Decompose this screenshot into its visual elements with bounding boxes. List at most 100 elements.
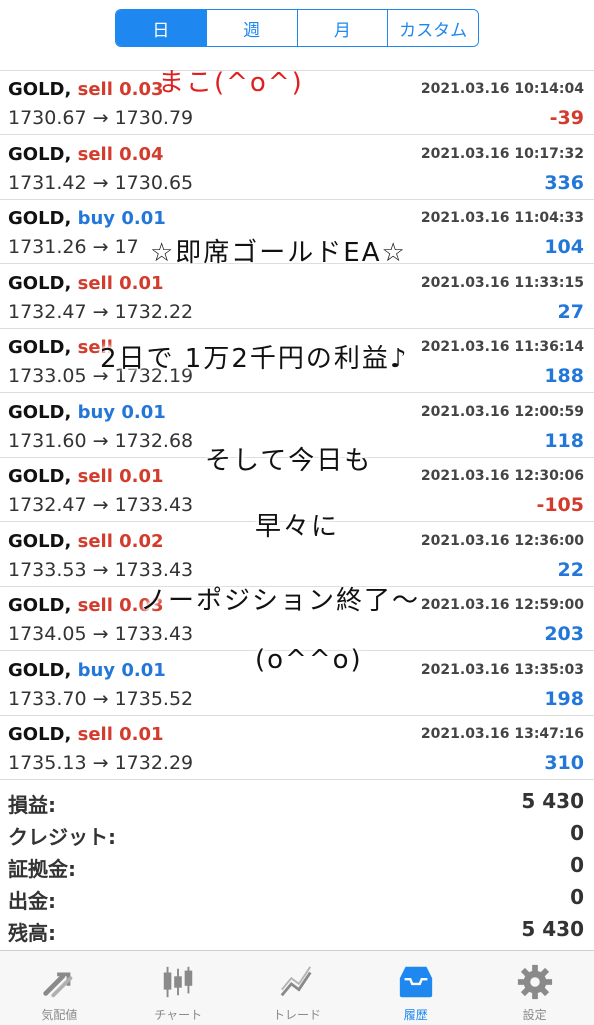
tab-label: 設定 <box>522 1008 547 1022</box>
trade-row[interactable]: GOLD, sell 0.01 2021.03.16 11:33:15 1732.4… <box>0 265 594 329</box>
trade-row[interactable]: GOLD, sell 0.04 2021.03.16 10:17:32 1731.4… <box>0 136 594 200</box>
trade-symbol: GOLD, sell 0.02 <box>8 531 164 552</box>
overlay-line-profit: 2日で 1万2千円の利益♪ <box>100 344 409 374</box>
symbol-name: GOLD, <box>8 208 72 229</box>
trade-profit: 27 <box>557 300 584 323</box>
trade-profit: 203 <box>544 623 584 645</box>
symbol-name: GOLD, <box>8 337 72 358</box>
symbol-name: GOLD, <box>8 659 72 681</box>
trade-profit: 22 <box>557 558 584 581</box>
summary-label: クレジット: <box>8 825 116 849</box>
summary-value: 5 430 <box>521 917 584 941</box>
summary-row-withdrawal: 出金: 0 <box>0 881 594 913</box>
trade-prices: 1730.67 → 1730.79 <box>8 107 194 129</box>
symbol-name: GOLD, <box>8 272 72 294</box>
summary-row-balance: 残高: 5 430 <box>0 913 594 945</box>
signature-overlay: まこ(^o^) <box>158 68 304 98</box>
trade-lots: 0.02 <box>119 530 164 552</box>
trade-icon <box>280 966 312 997</box>
symbol-name: GOLD, <box>8 143 72 165</box>
trade-row[interactable]: GOLD, sell 0.01 2021.03.16 13:47:16 1735.1… <box>0 716 594 780</box>
trade-lots: 0.01 <box>121 208 166 229</box>
summary-label: 残高: <box>8 921 56 945</box>
trade-direction: buy <box>77 659 116 681</box>
period-selector-bar: 日 週 月 カスタム <box>0 0 594 56</box>
trade-direction: sell <box>77 143 113 165</box>
summary-value: 0 <box>570 885 584 909</box>
trade-lots: 0.01 <box>121 659 166 681</box>
tab-chart[interactable]: チャート <box>119 951 238 1025</box>
summary-value: 5 430 <box>521 789 584 813</box>
trade-direction: sell <box>77 724 113 745</box>
summary-value: 0 <box>570 821 584 845</box>
tab-label: 履歴 <box>403 1008 428 1022</box>
trade-prices: 1732.47 → 1733.43 <box>8 494 194 516</box>
trade-direction: sell <box>77 595 113 616</box>
trade-direction: buy <box>77 401 116 423</box>
trade-direction: sell <box>77 272 113 294</box>
symbol-name: GOLD, <box>8 401 72 423</box>
trade-time: 2021.03.16 13:47:16 <box>420 726 584 742</box>
tab-custom[interactable]: カスタム <box>387 10 478 46</box>
trade-profit: 188 <box>544 365 584 387</box>
trade-prices: 1735.13 → 1732.29 <box>8 752 194 774</box>
quotes-icon <box>43 972 73 998</box>
summary-row-credit: クレジット: 0 <box>0 817 594 849</box>
trade-profit: -39 <box>549 107 584 129</box>
overlay-line-early: 早々に <box>255 512 340 542</box>
overlay-line-title: ☆即席ゴールドEA☆ <box>150 238 407 268</box>
tab-label: 気配値 <box>41 1008 78 1022</box>
trade-lots: 0.04 <box>119 143 164 165</box>
trade-time: 2021.03.16 11:33:15 <box>420 274 584 291</box>
chart-icon <box>163 966 193 998</box>
summary-value: 0 <box>570 853 584 877</box>
symbol-name: GOLD, <box>8 724 72 745</box>
trade-prices: 1731.60 → 1732.68 <box>8 429 194 452</box>
trade-time: 2021.03.16 12:00:59 <box>420 403 584 420</box>
trade-direction: buy <box>77 208 116 229</box>
bottom-tab-bar: 気配値 チャート トレード 履歴 設定 <box>0 950 594 1025</box>
trade-symbol: GOLD, buy 0.01 <box>8 208 166 229</box>
tab-quotes[interactable]: 気配値 <box>0 951 119 1025</box>
trade-profit: 336 <box>544 171 584 194</box>
symbol-name: GOLD, <box>8 530 72 552</box>
trade-profit: 118 <box>544 429 584 452</box>
trade-profit: 310 <box>544 752 584 774</box>
tab-label: トレード <box>272 1008 321 1022</box>
trade-time: 2021.03.16 12:36:00 <box>420 532 584 549</box>
trade-time: 2021.03.16 10:17:32 <box>420 145 584 162</box>
trade-lots: 0.01 <box>119 466 164 487</box>
trade-prices: 1732.47 → 1732.22 <box>8 300 194 323</box>
overlay-line-today: そして今日も <box>205 446 373 476</box>
settings-icon <box>517 964 552 1000</box>
trade-direction: sell <box>77 466 113 487</box>
trade-time: 2021.03.16 11:04:33 <box>420 210 584 226</box>
trade-lots: 0.01 <box>119 272 164 294</box>
trade-time: 2021.03.16 11:36:14 <box>420 339 584 355</box>
tab-history[interactable]: 履歴 <box>356 951 475 1025</box>
tab-day[interactable]: 日 <box>116 10 206 46</box>
tab-settings[interactable]: 設定 <box>475 951 594 1025</box>
tab-trade[interactable]: トレード <box>238 951 357 1025</box>
summary-label: 出金: <box>8 889 56 913</box>
symbol-name: GOLD, <box>8 79 72 100</box>
trade-prices: 1731.42 → 1730.65 <box>8 171 194 194</box>
history-icon <box>399 966 432 998</box>
trade-prices: 1733.53 → 1733.43 <box>8 558 194 581</box>
trade-symbol: GOLD, sell 0.01 <box>8 273 164 294</box>
trade-time: 2021.03.16 12:59:00 <box>420 597 584 613</box>
symbol-name: GOLD, <box>8 595 72 616</box>
summary-label: 損益: <box>8 793 56 817</box>
trade-symbol: GOLD, buy 0.01 <box>8 402 166 423</box>
trade-time: 2021.03.16 13:35:03 <box>420 661 584 678</box>
trade-symbol: GOLD, buy 0.01 <box>8 660 166 681</box>
tab-week[interactable]: 週 <box>205 10 297 46</box>
trade-direction: sell <box>77 79 113 100</box>
trade-profit: 198 <box>544 687 584 710</box>
trade-prices: 1733.70 → 1735.52 <box>8 687 194 710</box>
summary-label: 証拠金: <box>8 857 76 881</box>
trade-profit: -105 <box>536 494 584 516</box>
tab-month[interactable]: 月 <box>296 10 388 46</box>
symbol-name: GOLD, <box>8 466 72 487</box>
trade-time: 2021.03.16 12:30:06 <box>420 468 584 484</box>
